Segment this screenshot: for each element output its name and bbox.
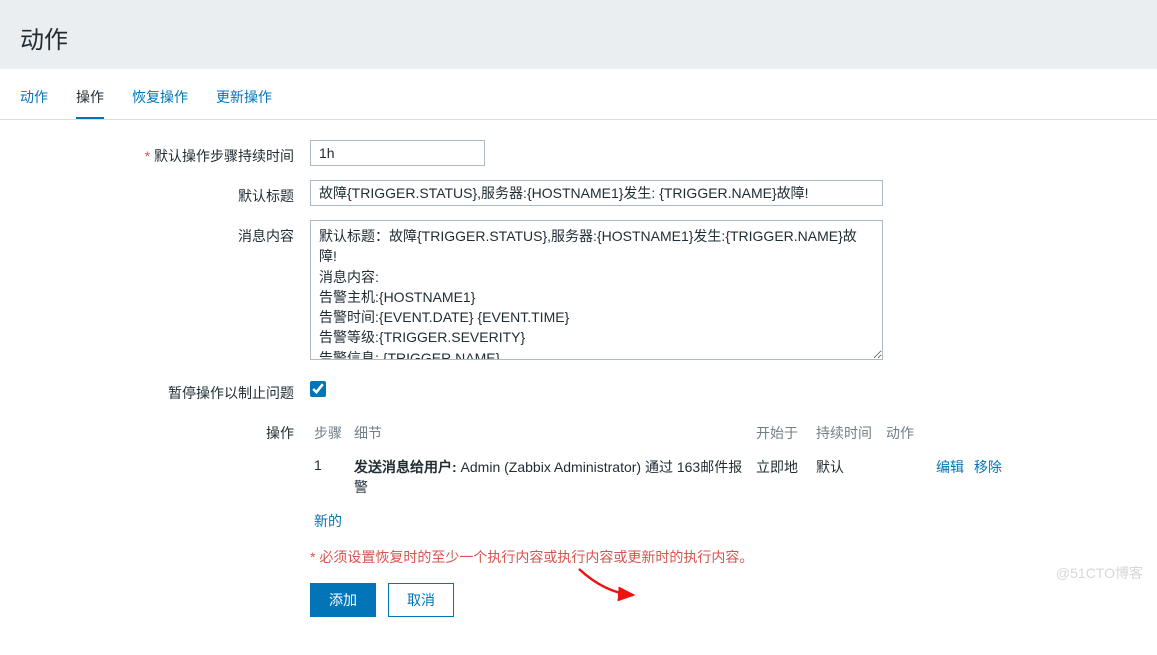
message-content-textarea[interactable]: 默认标题：故障{TRIGGER.STATUS},服务器:{HOSTNAME1}发… [310,220,883,360]
tabs: 动作 操作 恢复操作 更新操作 [0,77,1157,120]
label-operations: 操作 [0,417,310,443]
tab-recovery[interactable]: 恢复操作 [132,77,188,119]
label-pause: 暂停操作以制止问题 [0,377,310,403]
watermark: @51CTO博客 [1056,563,1143,583]
cell-step: 1 [314,457,354,473]
edit-link[interactable]: 编辑 [936,459,964,475]
page-title: 动作 [20,20,1137,55]
cancel-button[interactable]: 取消 [388,583,454,617]
pause-checkbox[interactable] [310,381,326,397]
cell-actions: 编辑 移除 [936,457,1026,477]
cell-detail: 发送消息给用户: Admin (Zabbix Administrator) 通过… [354,457,756,497]
label-duration: 默认操作步骤持续时间 [0,140,310,166]
operations-table: 步骤 细节 开始于 持续时间 动作 1 发送消息给用户: Admin (Zabb… [310,417,1030,537]
tab-update[interactable]: 更新操作 [216,77,272,119]
validation-message: * 必须设置恢复时的至少一个执行内容或执行内容或更新时的执行内容。 [310,547,1157,567]
default-subject-input[interactable] [310,180,883,206]
cell-duration: 默认 [816,457,886,477]
add-button[interactable]: 添加 [310,583,376,617]
tab-operation[interactable]: 操作 [76,77,104,119]
col-step: 步骤 [314,423,354,443]
cell-start: 立即地 [756,457,816,477]
remove-link[interactable]: 移除 [974,459,1002,475]
col-action: 动作 [886,423,936,443]
operations-header: 步骤 细节 开始于 持续时间 动作 [310,417,1030,453]
label-message: 消息内容 [0,220,310,246]
table-row: 1 发送消息给用户: Admin (Zabbix Administrator) … [310,453,1030,507]
new-operation-link[interactable]: 新的 [310,507,346,537]
default-step-duration-input[interactable] [310,140,485,166]
label-subject: 默认标题 [0,180,310,206]
tab-action[interactable]: 动作 [20,77,48,119]
col-start: 开始于 [756,423,816,443]
col-duration: 持续时间 [816,423,886,443]
col-detail: 细节 [354,423,756,443]
